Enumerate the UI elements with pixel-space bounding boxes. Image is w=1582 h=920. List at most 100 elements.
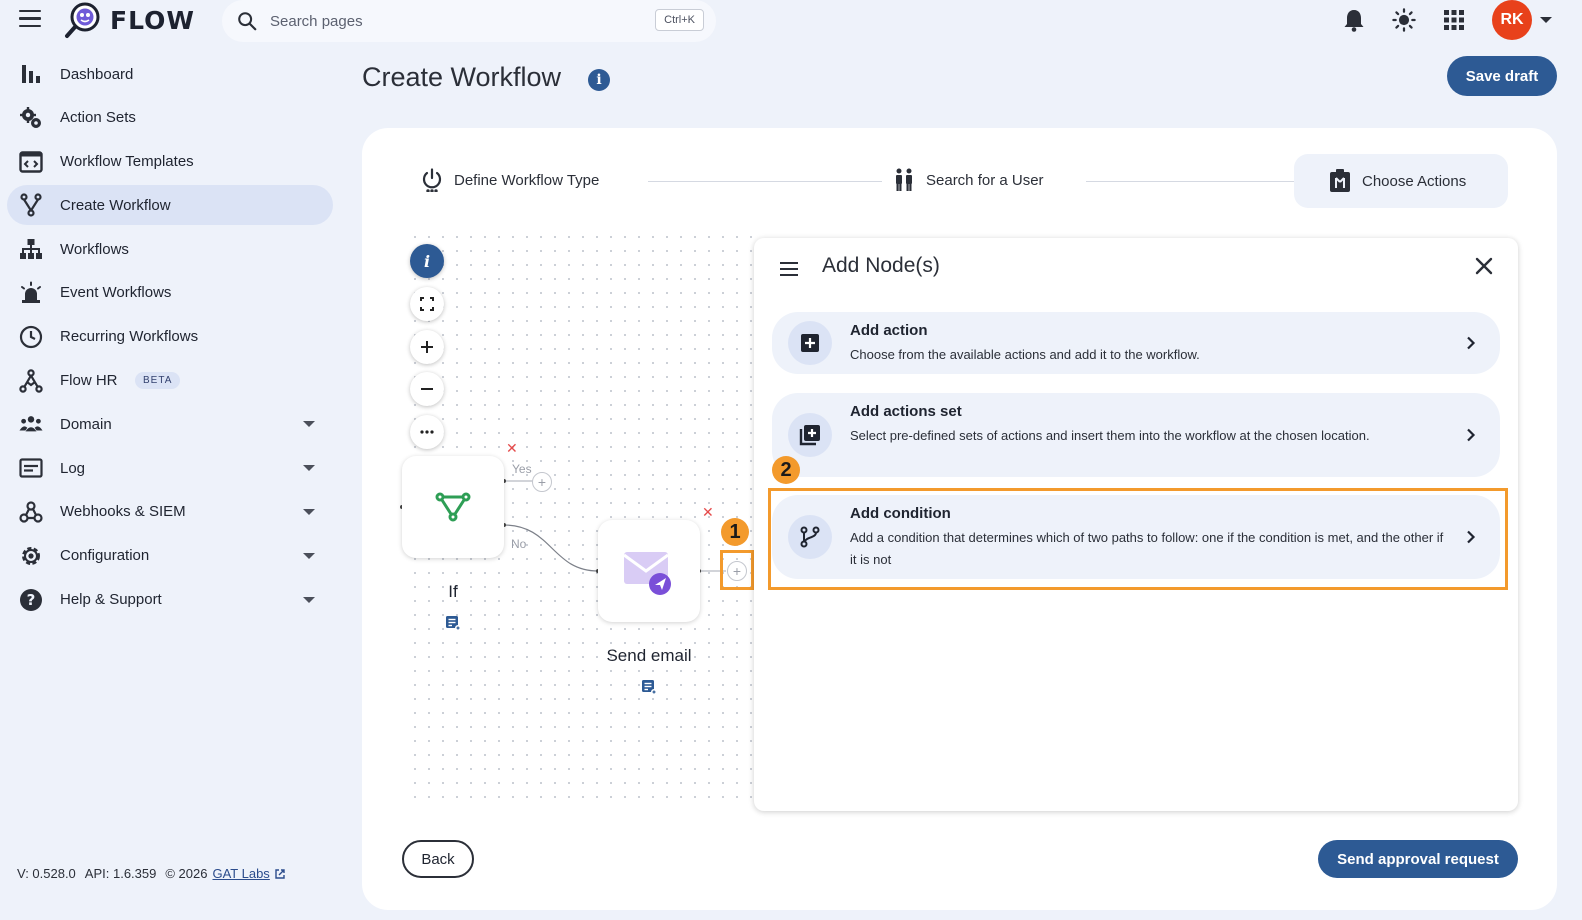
template-icon [19,150,43,174]
sidebar-item-log[interactable]: Log [7,448,333,488]
close-icon[interactable] [1472,254,1496,278]
option-description: Choose from the available actions and ad… [850,347,1200,362]
api-version: API: 1.6.359 [84,866,157,881]
send-approval-request-button[interactable]: Send approval request [1318,840,1518,878]
expand-caret-icon[interactable] [303,508,315,515]
notes-icon[interactable] [445,615,461,631]
bar-chart-icon [19,62,43,86]
save-draft-button[interactable]: Save draft [1447,56,1557,96]
company-link[interactable]: GAT Labs [212,866,269,881]
sidebar-item-event-workflows[interactable]: Event Workflows [7,273,333,313]
search-shortcut: Ctrl+K [655,9,704,31]
search-bar[interactable]: Ctrl+K [222,0,716,42]
branch-label-no: No [511,537,527,551]
expand-caret-icon[interactable] [303,552,315,559]
remove-node-icon[interactable]: ✕ [702,504,714,521]
theme-sun-icon[interactable] [1392,8,1416,32]
copyright: © 2026 [165,866,208,881]
remove-branch-icon[interactable]: ✕ [506,440,518,457]
option-title: Add action [850,322,928,339]
external-link-icon[interactable] [274,868,286,880]
fork-icon [19,193,43,217]
sidebar-item-label: Recurring Workflows [60,328,199,346]
webhook-icon [19,500,43,524]
group-icon [19,412,43,436]
gear-icon [19,544,43,568]
sidebar-item-help-support[interactable]: ? Help & Support [7,580,333,620]
search-input[interactable] [270,12,630,30]
option-title: Add actions set [850,403,962,420]
info-icon[interactable]: i [588,69,610,91]
add-node-yes-icon[interactable]: + [532,472,552,492]
apps-grid-icon[interactable] [1442,8,1466,32]
sidebar-item-flow-hr[interactable]: Flow HR BETA [7,361,333,401]
users-icon [892,168,916,192]
expand-caret-icon[interactable] [303,596,315,603]
panel-menu-icon[interactable] [780,262,798,276]
add-actions-set-option[interactable]: Add actions set Select pre-defined sets … [772,393,1500,477]
branch-label-yes: Yes [512,462,532,476]
sidebar-item-workflows[interactable]: Workflows [7,229,333,269]
siren-icon [19,281,43,305]
version-footer: V: 0.528.0 API: 1.6.359 © 2026 GAT Labs [17,866,286,881]
add-box-icon [788,321,832,365]
step-marker-2: 2 [772,456,800,484]
send-email-node[interactable] [598,520,700,622]
app-version: V: 0.528.0 [17,866,76,881]
expand-caret-icon[interactable] [303,421,315,428]
log-icon [19,456,43,480]
sidebar-item-action-sets[interactable]: Action Sets [7,98,333,138]
send-email-node-label: Send email [606,646,692,665]
sidebar: Dashboard Action Sets Workflow Templates… [0,54,345,623]
step-choose-actions[interactable]: Choose Actions [1294,154,1508,208]
step-marker-1: 1 [721,518,749,546]
search-icon [238,12,257,31]
step-connector [1086,181,1294,182]
sidebar-item-label: Help & Support [60,591,162,609]
highlight-box-step-1 [720,550,754,590]
clock-icon [19,325,43,349]
sidebar-item-webhooks-siem[interactable]: Webhooks & SIEM [7,492,333,532]
if-node-label: If [448,582,458,601]
step-label: Search for a User [926,171,1044,189]
help-icon: ? [19,588,43,612]
choose-actions-icon [1328,169,1352,193]
sitemap-icon [19,237,43,261]
sidebar-item-label: Configuration [60,547,150,565]
option-description: Select pre-defined sets of actions and i… [850,428,1370,443]
sidebar-item-recurring-workflows[interactable]: Recurring Workflows [7,317,333,357]
panel-title: Add Node(s) [822,254,940,277]
user-avatar[interactable]: RK [1492,0,1532,40]
step-label: Choose Actions [1362,172,1467,190]
svg-text:?: ? [27,591,36,609]
sidebar-item-label: Workflows [60,240,129,258]
sidebar-item-workflow-templates[interactable]: Workflow Templates [7,142,333,182]
workflow-card: Define Workflow Type Search for a User C… [362,128,1557,910]
notes-icon[interactable] [641,679,657,695]
sidebar-item-configuration[interactable]: Configuration [7,536,333,576]
sidebar-item-label: Event Workflows [60,284,172,302]
sidebar-item-label: Dashboard [60,65,134,83]
app-name: FLOW [110,5,195,35]
sidebar-item-label: Action Sets [60,109,136,127]
if-node[interactable] [402,456,504,558]
expand-caret-icon[interactable] [303,465,315,472]
chevron-right-icon [1467,428,1476,442]
back-button[interactable]: Back [402,840,474,878]
app-logo[interactable]: FLOW [64,1,195,39]
step-search-user[interactable]: Search for a User [892,168,1044,192]
condition-branch-icon [435,492,471,522]
notifications-bell-icon[interactable] [1342,8,1366,32]
flow-logo-icon [64,1,102,39]
sidebar-item-create-workflow[interactable]: Create Workflow [7,185,333,226]
hamburger-menu-icon[interactable] [19,10,41,30]
sidebar-item-label: Log [60,459,86,477]
sidebar-item-dashboard[interactable]: Dashboard [7,54,333,94]
user-menu-caret-icon[interactable] [1540,17,1552,23]
sidebar-item-domain[interactable]: Domain [7,404,333,444]
highlight-box-step-2 [768,488,1508,590]
chevron-right-icon [1467,336,1476,350]
add-action-option[interactable]: Add action Choose from the available act… [772,312,1500,374]
workflow-edges [400,479,726,573]
add-stack-icon [788,413,832,457]
